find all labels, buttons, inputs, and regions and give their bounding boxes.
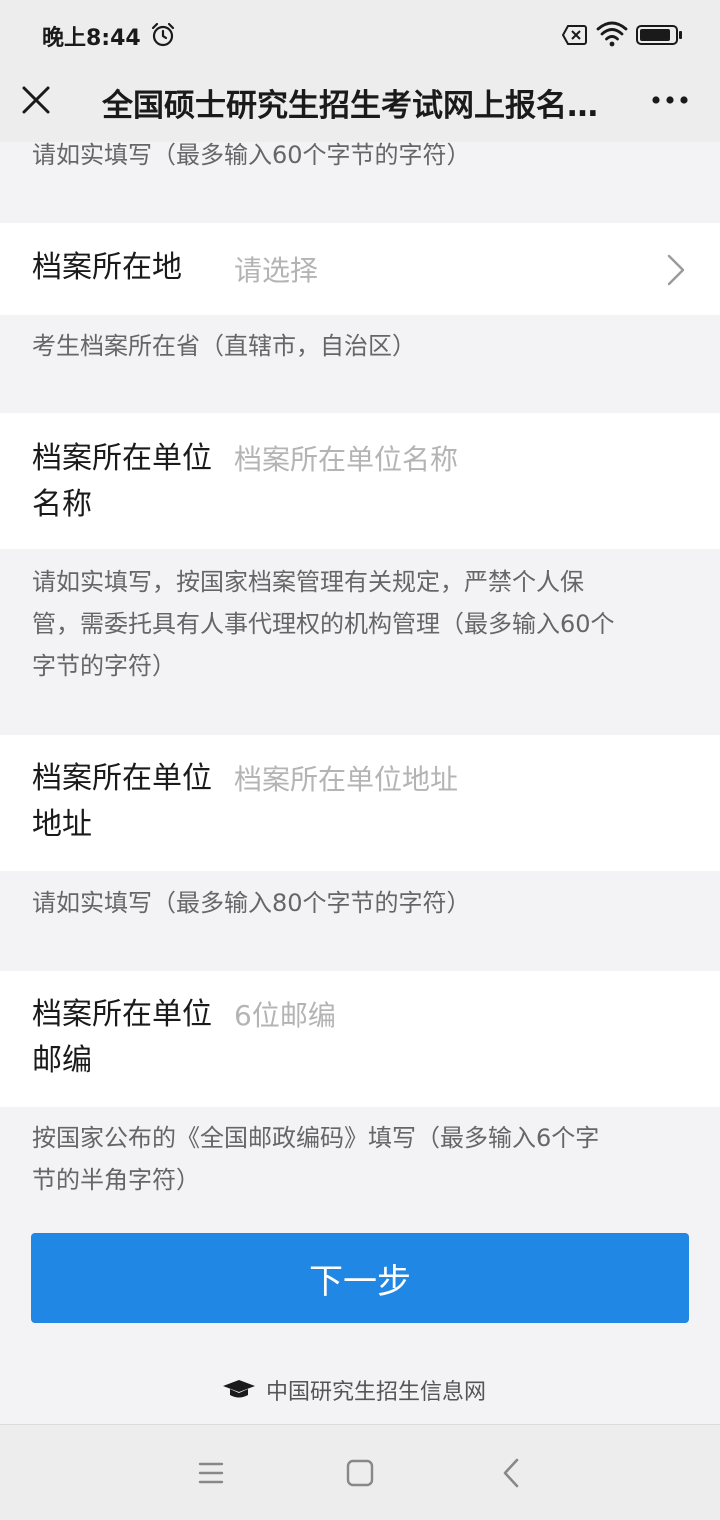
more-icon[interactable] xyxy=(650,94,690,106)
wifi-icon xyxy=(596,21,628,47)
archive-location-row[interactable]: 档案所在地 请选择 xyxy=(0,223,720,315)
archive-unit-name-input[interactable] xyxy=(234,441,674,477)
archive-unit-postcode-row: 档案所在单位 邮编 xyxy=(0,971,720,1107)
status-bar: 晚上8:44 xyxy=(0,0,720,70)
field-hint: 字节的字符） xyxy=(32,652,176,680)
sim-icon xyxy=(562,25,587,45)
back-icon[interactable] xyxy=(500,1457,522,1489)
close-icon[interactable] xyxy=(20,84,52,116)
archive-unit-name-row: 档案所在单位 名称 xyxy=(0,413,720,549)
field-hint: 节的半角字符） xyxy=(32,1166,200,1194)
archive-unit-address-input[interactable] xyxy=(234,761,674,797)
field-hint: 请如实填写，按国家档案管理有关规定，严禁个人保 xyxy=(32,568,584,596)
field-hint: 管，需委托具有人事代理权的机构管理（最多输入60个 xyxy=(32,610,615,638)
status-time: 晚上8:44 xyxy=(42,26,141,51)
archive-unit-address-label-line1: 档案所在单位 xyxy=(32,761,212,796)
graduation-cap-icon xyxy=(223,1380,255,1398)
field-hint: 按国家公布的《全国邮政编码》填写（最多输入6个字 xyxy=(32,1124,600,1152)
archive-unit-address-row: 档案所在单位 地址 xyxy=(0,735,720,871)
field-hint: 考生档案所在省（直辖市，自治区） xyxy=(32,332,416,360)
archive-unit-postcode-label-line2: 邮编 xyxy=(32,1043,92,1078)
archive-unit-name-label-line2: 名称 xyxy=(32,487,92,522)
archive-location-select[interactable]: 请选择 xyxy=(234,249,674,289)
home-icon[interactable] xyxy=(346,1459,374,1487)
chevron-right-icon xyxy=(667,254,685,286)
page-title: 全国硕士研究生招生考试网上报名... xyxy=(102,88,602,124)
field-hint: 请如实填写（最多输入60个字节的字符） xyxy=(32,141,471,169)
archive-unit-postcode-input[interactable] xyxy=(234,997,674,1033)
field-hint: 请如实填写（最多输入80个字节的字符） xyxy=(32,889,471,917)
alarm-icon xyxy=(151,22,175,47)
archive-location-label: 档案所在地 xyxy=(32,250,182,285)
next-step-button[interactable]: 下一步 xyxy=(31,1233,689,1323)
archive-unit-name-label-line1: 档案所在单位 xyxy=(32,441,212,476)
menu-icon[interactable] xyxy=(198,1461,224,1485)
archive-unit-address-label-line2: 地址 xyxy=(32,807,92,842)
battery-icon xyxy=(636,25,682,45)
nav-bar: 全国硕士研究生招生考试网上报名... xyxy=(0,70,720,142)
system-nav-bar xyxy=(0,1424,720,1520)
archive-unit-postcode-label-line1: 档案所在单位 xyxy=(32,997,212,1032)
footer: 中国研究生招生信息网 xyxy=(0,1372,720,1408)
footer-site-name: 中国研究生招生信息网 xyxy=(266,1380,487,1405)
